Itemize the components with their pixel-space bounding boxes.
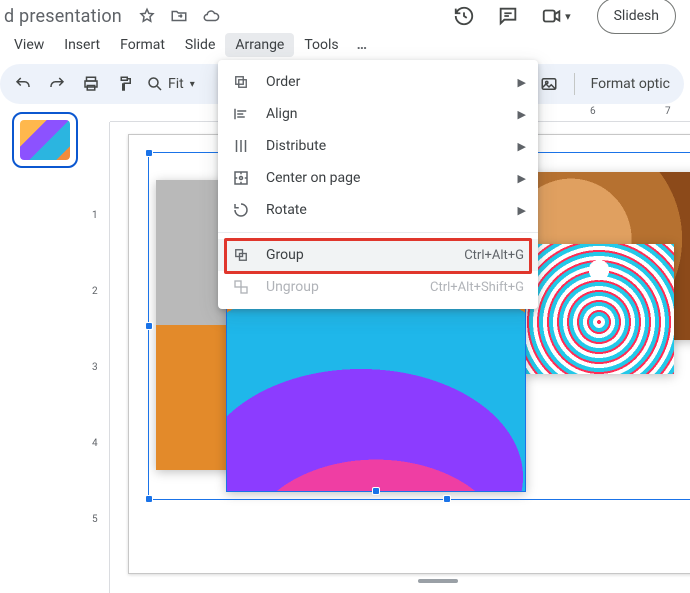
- comments-icon[interactable]: [497, 5, 519, 27]
- header-right-actions: ▾ Slidesh: [453, 0, 682, 34]
- filmstrip: [0, 104, 86, 593]
- insert-image-button[interactable]: [536, 71, 562, 97]
- document-title[interactable]: d presentation: [0, 6, 122, 27]
- menu-item-align[interactable]: Align ▶: [218, 98, 538, 130]
- star-icon[interactable]: [138, 7, 156, 25]
- menu-slide[interactable]: Slide: [175, 33, 225, 57]
- resize-handle-bottom-middle[interactable]: [443, 495, 451, 503]
- menu-tools[interactable]: Tools: [294, 33, 348, 57]
- submenu-caret-icon: ▶: [518, 140, 526, 153]
- ruler-tick: 1: [92, 210, 98, 221]
- format-options-button[interactable]: Format optic: [587, 76, 674, 92]
- menu-item-shortcut: Ctrl+Alt+G: [464, 248, 524, 263]
- chevron-down-icon: ▾: [565, 10, 571, 23]
- distribute-icon: [232, 137, 250, 155]
- align-icon: [232, 105, 250, 123]
- ruler-tick: 7: [665, 106, 671, 117]
- zoom-label: Fit: [168, 76, 184, 92]
- zoom-dropdown[interactable]: Fit ▾: [146, 75, 195, 93]
- menu-item-label: Ungroup: [266, 279, 319, 295]
- resize-handle-bottom-middle[interactable]: [372, 487, 380, 495]
- chevron-down-icon: ▾: [190, 79, 195, 90]
- redo-button[interactable]: [44, 71, 70, 97]
- print-button[interactable]: [78, 71, 104, 97]
- menu-item-shortcut: Ctrl+Alt+Shift+G: [430, 280, 524, 295]
- resize-handle-middle-left[interactable]: [145, 322, 153, 330]
- submenu-caret-icon: ▶: [518, 76, 526, 89]
- menu-item-order[interactable]: Order ▶: [218, 66, 538, 98]
- slideshow-label: Slidesh: [614, 8, 659, 24]
- menu-view[interactable]: View: [4, 33, 54, 57]
- arrange-menu-dropdown: Order ▶ Align ▶ Distribute ▶ Center on p…: [218, 60, 538, 309]
- slide-thumbnail-1[interactable]: [12, 112, 78, 168]
- menu-separator: [218, 232, 538, 233]
- move-folder-icon[interactable]: [170, 7, 188, 25]
- ungroup-icon: [232, 278, 250, 296]
- menu-item-rotate[interactable]: Rotate ▶: [218, 194, 538, 226]
- undo-button[interactable]: [10, 71, 36, 97]
- resize-handle-bottom-left[interactable]: [145, 495, 153, 503]
- menu-item-label: Distribute: [266, 138, 326, 154]
- ruler-tick: 6: [590, 106, 596, 117]
- ruler-tick: 3: [92, 362, 98, 373]
- group-icon: [232, 246, 250, 264]
- menu-more[interactable]: …: [349, 33, 376, 57]
- menu-item-label: Center on page: [266, 170, 360, 186]
- history-icon[interactable]: [453, 5, 475, 27]
- menu-item-label: Rotate: [266, 202, 307, 218]
- menu-item-label: Order: [266, 74, 300, 90]
- meet-present-split[interactable]: ▾: [541, 5, 571, 27]
- menu-item-distribute[interactable]: Distribute ▶: [218, 130, 538, 162]
- rotate-icon: [232, 201, 250, 219]
- paint-format-button[interactable]: [112, 71, 138, 97]
- cloud-status-icon[interactable]: [202, 7, 220, 25]
- title-bar: d presentation ▾ Slidesh: [0, 0, 690, 30]
- menu-insert[interactable]: Insert: [54, 33, 110, 57]
- menu-item-label: Group: [266, 247, 304, 263]
- menu-item-center-on-page[interactable]: Center on page ▶: [218, 162, 538, 194]
- menu-format[interactable]: Format: [110, 33, 175, 57]
- resize-handle-top-left[interactable]: [145, 149, 153, 157]
- menu-bar: View Insert Format Slide Arrange Tools …: [0, 30, 690, 60]
- menu-item-group[interactable]: Group Ctrl+Alt+G: [218, 239, 538, 271]
- vertical-ruler[interactable]: 1 2 3 4 5: [86, 122, 110, 593]
- menu-item-label: Align: [266, 106, 298, 122]
- menu-arrange[interactable]: Arrange: [225, 33, 294, 57]
- order-icon: [232, 73, 250, 91]
- ruler-tick: 2: [92, 286, 98, 297]
- center-icon: [232, 169, 250, 187]
- menu-item-ungroup: Ungroup Ctrl+Alt+Shift+G: [218, 271, 538, 303]
- submenu-caret-icon: ▶: [518, 108, 526, 121]
- toolbar-divider: [574, 73, 575, 95]
- title-action-icons: [138, 7, 220, 25]
- ruler-tick: 4: [92, 438, 98, 449]
- submenu-caret-icon: ▶: [518, 204, 526, 217]
- slideshow-button[interactable]: Slidesh: [597, 0, 676, 34]
- submenu-caret-icon: ▶: [518, 172, 526, 185]
- video-icon: [541, 5, 563, 27]
- ruler-tick: 5: [92, 514, 98, 525]
- thumbnail-preview: [20, 120, 70, 160]
- speaker-notes-drag-handle[interactable]: [418, 579, 458, 583]
